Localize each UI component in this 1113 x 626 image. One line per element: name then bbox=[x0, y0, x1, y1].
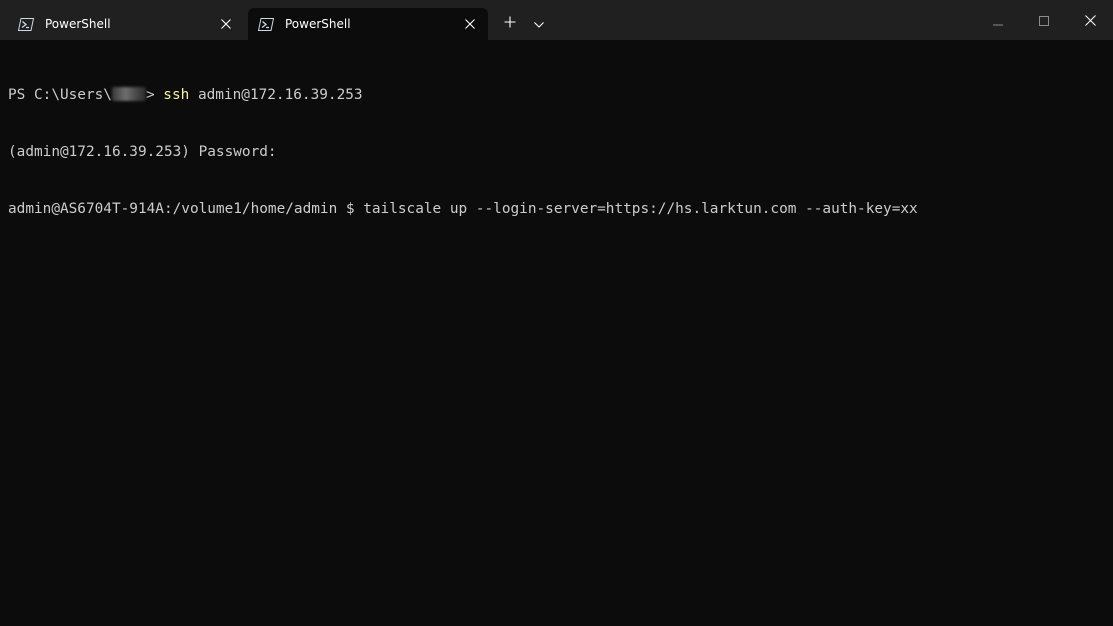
prompt-suffix: > bbox=[145, 87, 164, 103]
close-icon[interactable] bbox=[212, 10, 240, 38]
tab-powershell-1[interactable]: PowerShell bbox=[8, 8, 244, 40]
tab-label: PowerShell bbox=[45, 17, 111, 31]
close-icon[interactable] bbox=[456, 10, 484, 38]
tab-powershell-2[interactable]: PowerShell bbox=[248, 8, 488, 40]
redacted-username bbox=[111, 87, 146, 101]
maximize-icon bbox=[1039, 11, 1049, 30]
title-bar[interactable]: PowerShell PowerShell bbox=[0, 0, 1113, 40]
powershell-icon bbox=[258, 17, 274, 31]
maximize-button[interactable] bbox=[1021, 0, 1067, 40]
terminal-output[interactable]: PS C:\Users\ > ssh admin@172.16.39.253 (a… bbox=[0, 40, 1113, 626]
tab-label: PowerShell bbox=[285, 17, 351, 31]
minimize-icon bbox=[993, 11, 1003, 30]
window-close-button[interactable] bbox=[1067, 0, 1113, 40]
new-tab-button[interactable] bbox=[496, 8, 524, 36]
prompt-prefix: PS C:\Users\ bbox=[8, 87, 112, 103]
terminal-window: PowerShell PowerShell PS C:\Users\ > ssh… bbox=[0, 0, 1113, 626]
terminal-line-2: (admin@172.16.39.253) Password: bbox=[8, 144, 277, 160]
plus-icon bbox=[504, 13, 516, 32]
minimize-button[interactable] bbox=[975, 0, 1021, 40]
terminal-line-1: PS C:\Users\ > ssh admin@172.16.39.253 bbox=[8, 86, 1113, 105]
chevron-down-icon bbox=[534, 13, 544, 32]
command-args: admin@172.16.39.253 bbox=[189, 87, 363, 103]
terminal-line-3: admin@AS6704T-914A:/volume1/home/admin $… bbox=[8, 201, 918, 217]
close-icon bbox=[1084, 11, 1096, 30]
powershell-icon bbox=[18, 17, 34, 31]
profile-dropdown-button[interactable] bbox=[526, 8, 552, 36]
command-name: ssh bbox=[163, 87, 190, 103]
